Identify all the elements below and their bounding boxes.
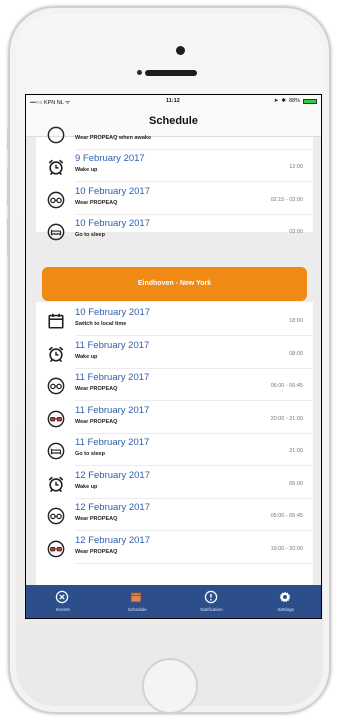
proximity-sensor [137, 70, 142, 75]
item-subtitle: Switch to local time [75, 321, 127, 327]
item-date: 10 February 2017 [75, 307, 150, 318]
item-subtitle: Wear PROPEAQ [75, 516, 118, 522]
item-date: 10 February 2017 [75, 218, 150, 229]
list-item[interactable]: 12 February 2017 Wear PROPEAQ 19:00 - 20:0… [36, 532, 313, 564]
item-time: 05:00 [289, 480, 303, 487]
glasses-icon [47, 377, 65, 395]
glasses-icon [47, 191, 65, 208]
tab-label: Notification [200, 607, 223, 612]
bluetooth-icon: ✱ [281, 98, 286, 104]
item-time: 20:00 - 21:00 [270, 415, 303, 422]
status-bar: •••○○ KPN NL ᯤ 11:12 ➤ ✱ 88% [26, 95, 321, 107]
item-subtitle: Wake up [75, 353, 98, 360]
sleep-icon [47, 442, 65, 460]
tab-bar: Events Schedule Notification Settings [26, 585, 321, 618]
alarm-clock-icon [48, 476, 64, 492]
list-item[interactable]: 10 February 2017 Wear PROPEAQ 02:15 - 03:0… [36, 183, 313, 215]
item-time: 08:00 [289, 350, 303, 357]
status-time: 11:12 [166, 98, 180, 104]
tab-events[interactable]: Events [26, 585, 100, 618]
item-time: 21:00 [289, 448, 303, 454]
location-icon: ➤ [273, 98, 279, 104]
item-date: 10 February 2017 [75, 185, 150, 197]
item-date: 11 February 2017 [75, 339, 150, 351]
earpiece-speaker [145, 70, 197, 76]
item-date: 11 February 2017 [75, 437, 150, 448]
item-date: 12 February 2017 [75, 534, 150, 546]
list-item[interactable]: 9 February 2017 Wake up 12:00 [36, 150, 313, 182]
gear-icon [279, 591, 290, 603]
volume-down-button [7, 218, 10, 256]
item-subtitle: Wear PROPEAQ [75, 386, 118, 392]
info-circle-icon [204, 590, 217, 604]
alarm-clock-icon [48, 159, 64, 176]
list-item[interactable]: 10 February 2017 Go to sleep 03:00 [36, 215, 313, 247]
list-item[interactable]: 11 February 2017 Wear PROPEAQ 20:00 - 21:0… [36, 402, 313, 434]
item-date: 12 February 2017 [75, 469, 150, 481]
item-date: 11 February 2017 [75, 404, 150, 416]
list-item[interactable]: 11 February 2017 Wake up 08:00 [36, 337, 313, 369]
front-camera [176, 46, 185, 55]
route-button[interactable]: Eindhoven - New York [42, 267, 307, 301]
tab-label: Events [56, 607, 70, 612]
mute-switch [7, 128, 10, 150]
list-item[interactable]: 11 February 2017 Wear PROPEAQ 06:00 - 06:4… [36, 369, 313, 401]
item-time: 06:00 - 06:45 [270, 383, 303, 389]
home-button[interactable] [142, 658, 198, 714]
item-date: 11 February 2017 [75, 372, 150, 383]
battery-icon [303, 98, 317, 104]
item-subtitle: Wear PROPEAQ [75, 199, 118, 206]
calendar-icon [48, 313, 64, 329]
item-subtitle: Wear PROPEAQ [75, 548, 118, 555]
list-item[interactable]: 12 February 2017 Wake up 05:00 [36, 467, 313, 499]
item-subtitle: Go to sleep [75, 232, 105, 238]
list-item[interactable]: 10 February 2017 Switch to local time 18:0… [36, 304, 313, 336]
tab-notification[interactable]: Notification [175, 585, 249, 618]
item-subtitle: Wear PROPEAQ when awake [75, 135, 152, 141]
alarm-clock-icon [48, 346, 64, 362]
item-subtitle: Wake up [75, 167, 98, 173]
tab-label: Schedule [127, 607, 147, 612]
calendar-icon [130, 591, 142, 603]
list-item[interactable]: 12 February 2017 Wear PROPEAQ 05:00 - 05:4… [36, 499, 313, 531]
volume-up-button [7, 168, 10, 206]
red-glasses-icon [47, 540, 65, 557]
tab-settings[interactable]: Settings [249, 585, 321, 618]
battery-percent: 88% [288, 98, 300, 104]
item-time: 18:00 [289, 318, 303, 324]
item-subtitle: Go to sleep [75, 451, 105, 457]
row-divider [75, 562, 313, 564]
item-time: 03:00 [289, 229, 303, 235]
list-item[interactable]: Wear PROPEAQ when awake [36, 118, 313, 150]
item-time: 19:00 - 20:00 [270, 545, 303, 552]
tab-schedule[interactable]: Schedule [100, 585, 174, 618]
sleep-icon [47, 223, 65, 241]
glasses-icon [47, 507, 65, 525]
close-circle-icon [55, 590, 69, 604]
row-divider [75, 246, 313, 247]
item-date: 9 February 2017 [75, 153, 145, 164]
item-time: 02:15 - 03:00 [270, 196, 303, 203]
tab-label: Settings [277, 607, 294, 612]
item-date: 12 February 2017 [75, 502, 150, 513]
glasses-icon [47, 126, 65, 144]
item-subtitle: Wear PROPEAQ [75, 418, 118, 425]
list-item[interactable]: 11 February 2017 Go to sleep 21:00 [36, 434, 313, 466]
app-screen: •••○○ KPN NL ᯤ 11:12 ➤ ✱ 88% Schedule We… [25, 94, 322, 619]
status-right: ➤ ✱ 88% [274, 98, 317, 104]
item-subtitle: Wake up [75, 483, 98, 490]
schedule-list-bottom[interactable]: 10 February 2017 Switch to local time 18:0… [36, 302, 313, 585]
carrier-label: •••○○ KPN NL ᯤ [30, 100, 71, 106]
red-glasses-icon [47, 410, 65, 427]
item-time: 12:00 [289, 164, 303, 170]
schedule-list-top[interactable]: Wear PROPEAQ when awake 9 February 2017 W… [36, 126, 313, 247]
item-time: 05:00 - 05:45 [270, 513, 303, 519]
